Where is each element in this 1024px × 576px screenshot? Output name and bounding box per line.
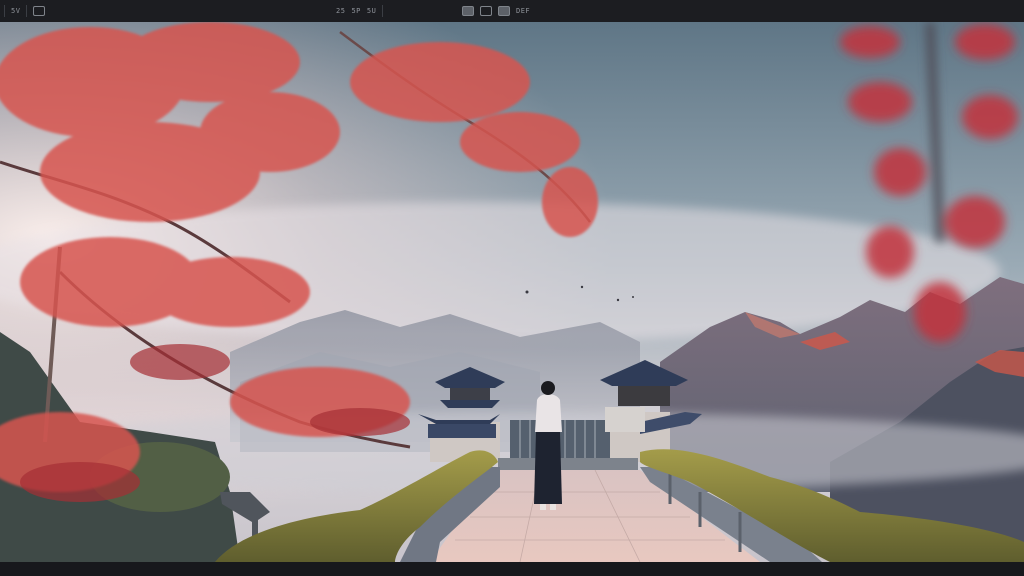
layer-icon[interactable]: [462, 6, 474, 16]
landscape-scene: [0, 22, 1024, 562]
toolbar-value-b[interactable]: 5P: [351, 7, 360, 15]
toolbar-value-a[interactable]: 25: [336, 7, 345, 15]
viewer-toolbar: 5V 25 5P 5U DEF: [0, 0, 1024, 23]
toolbar-right-group: DEF: [462, 3, 530, 19]
toolbar-divider: [4, 5, 5, 17]
toolbar-status: DEF: [516, 7, 531, 15]
frame-icon[interactable]: [33, 6, 46, 16]
woman-standing: [534, 381, 562, 510]
viewer-status-strip: [0, 562, 1024, 576]
panel-icon[interactable]: [498, 6, 510, 16]
toolbar-divider: [382, 5, 384, 17]
toolbar-value-c[interactable]: 5U: [367, 7, 376, 15]
toolbar-divider: [26, 5, 28, 17]
image-viewer: 5V 25 5P 5U DEF: [0, 0, 1024, 576]
toolbar-label: 5V: [11, 7, 21, 15]
image-icon[interactable]: [480, 6, 492, 16]
toolbar-center-group: 25 5P 5U: [336, 3, 384, 19]
toolbar-left-group: 5V: [4, 3, 46, 19]
